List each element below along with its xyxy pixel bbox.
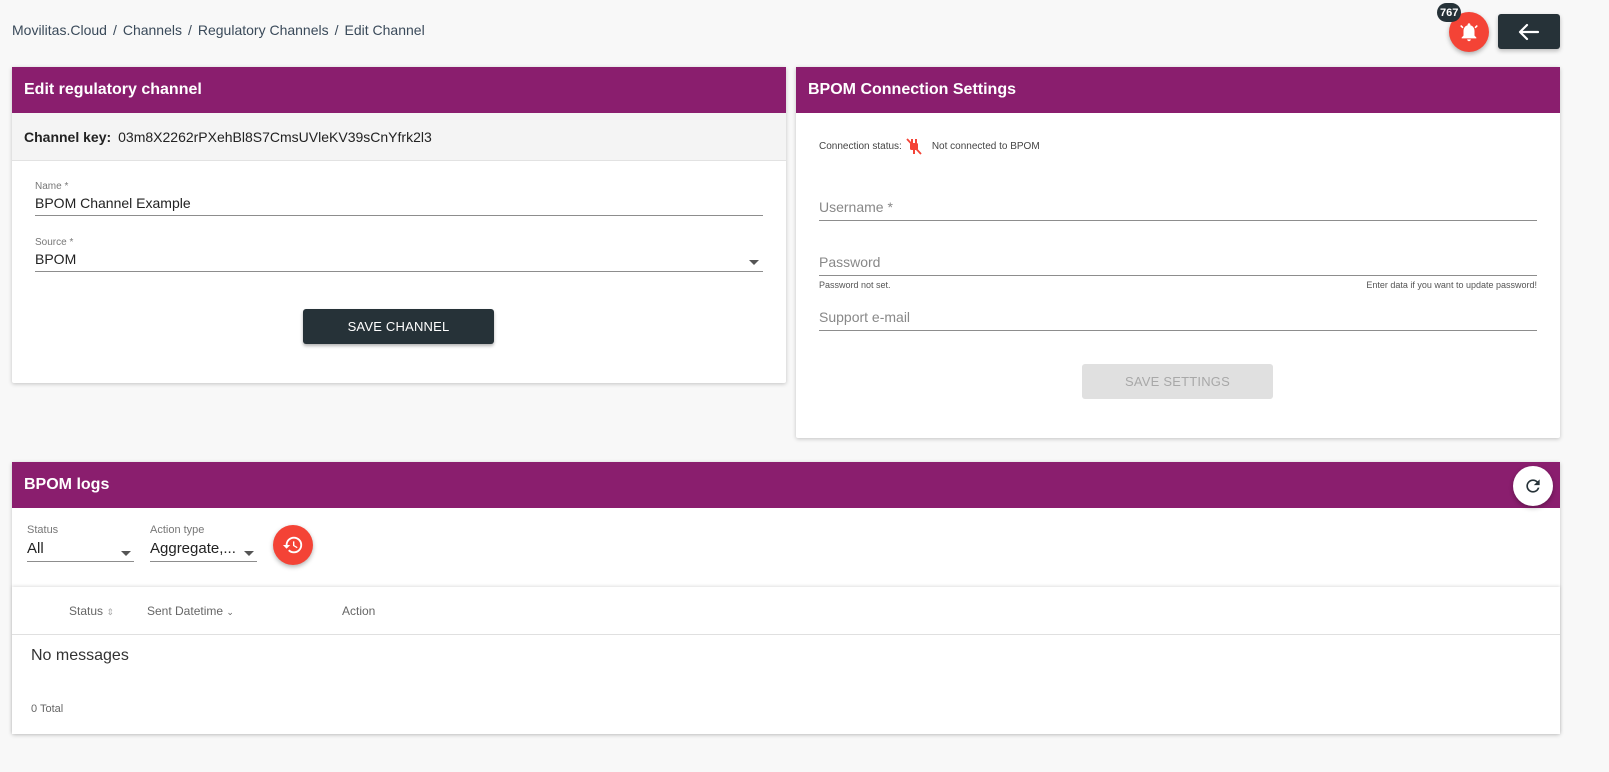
username-field[interactable]: Username * [819, 199, 1537, 221]
action-type-filter-value: Aggregate,... [150, 540, 236, 557]
logs-table: Status ⇕ Sent Datetime ⌄ Action No messa… [12, 587, 1560, 734]
bell-icon [1460, 23, 1478, 42]
password-hint-left: Password not set. [819, 280, 891, 290]
connection-status-label: Connection status: [819, 140, 902, 152]
refresh-icon [1526, 479, 1540, 493]
password-input[interactable]: Password [819, 254, 1537, 275]
name-field[interactable]: Name * BPOM Channel Example [35, 181, 763, 216]
breadcrumb-separator: / [334, 22, 339, 38]
channel-key-row: Channel key: 03m8X2262rPXehBl8S7CmsUVleK… [12, 113, 786, 161]
logs-card: BPOM logs Status All Action type Aggrega… [12, 462, 1560, 734]
breadcrumb-separator: / [112, 22, 117, 38]
breadcrumb: Movilitas.Cloud / Channels / Regulatory Chan… [12, 22, 425, 38]
refresh-button[interactable] [1513, 466, 1553, 506]
column-action: Action [342, 604, 376, 618]
source-select[interactable]: Source * BPOM [35, 237, 763, 272]
arrow-left-icon [1518, 23, 1540, 40]
channel-key-label: Channel key: [24, 128, 112, 145]
name-label: Name * [35, 181, 69, 192]
save-channel-button[interactable]: SAVE CHANNEL [303, 309, 494, 344]
password-hint-right: Enter data if you want to update passwor… [1366, 280, 1537, 290]
chevron-down-icon [749, 260, 759, 265]
connection-status-text: Not connected to BPOM [931, 140, 1040, 152]
breadcrumb-home[interactable]: Movilitas.Cloud [12, 22, 107, 38]
logs-header: BPOM logs [12, 462, 1560, 508]
plug-disconnected-icon [906, 138, 922, 155]
action-type-filter-label: Action type [150, 524, 205, 536]
connection-settings-header: BPOM Connection Settings [796, 67, 1560, 113]
breadcrumb-channels[interactable]: Channels [123, 22, 182, 38]
status-filter[interactable]: Status All [27, 524, 134, 562]
source-value: BPOM [35, 251, 77, 267]
connection-settings-card: BPOM Connection Settings Connection stat… [796, 67, 1560, 438]
table-header-row: Status ⇕ Sent Datetime ⌄ Action [12, 587, 1560, 635]
save-settings-button[interactable]: SAVE SETTINGS [1082, 364, 1273, 399]
column-status[interactable]: Status ⇕ [69, 604, 114, 618]
support-email-input[interactable]: Support e-mail [819, 309, 1537, 330]
breadcrumb-current: Edit Channel [344, 22, 425, 38]
chevron-down-icon: ⌄ [226, 607, 234, 617]
total-count: 0 Total [31, 703, 64, 715]
sort-icon: ⇕ [106, 607, 114, 617]
username-input[interactable]: Username * [819, 199, 1537, 220]
history-button[interactable] [273, 525, 313, 565]
breadcrumb-regulatory-channels[interactable]: Regulatory Channels [198, 22, 329, 38]
source-label: Source * [35, 237, 74, 248]
column-sent-datetime[interactable]: Sent Datetime ⌄ [147, 604, 234, 618]
notifications-count-badge: 767 [1437, 3, 1462, 22]
edit-channel-card: Edit regulatory channel Channel key: 03m… [12, 67, 786, 383]
connection-status: Connection status: Not connected to BPOM [819, 136, 1040, 156]
status-filter-value: All [27, 540, 44, 557]
status-filter-label: Status [27, 524, 59, 536]
empty-message: No messages [31, 647, 129, 664]
support-email-field[interactable]: Support e-mail [819, 309, 1537, 331]
chevron-down-icon [121, 551, 131, 556]
edit-channel-header: Edit regulatory channel [12, 67, 786, 113]
history-icon [282, 536, 303, 554]
channel-key-value: 03m8X2262rPXehBl8S7CmsUVleKV39sCnYfrk2l3 [118, 128, 432, 145]
action-type-filter[interactable]: Action type Aggregate,... [150, 524, 257, 562]
back-button[interactable] [1498, 14, 1560, 49]
name-input[interactable]: BPOM Channel Example [35, 195, 763, 215]
breadcrumb-separator: / [187, 22, 192, 38]
chevron-down-icon [244, 551, 254, 556]
password-field[interactable]: Password [819, 254, 1537, 276]
